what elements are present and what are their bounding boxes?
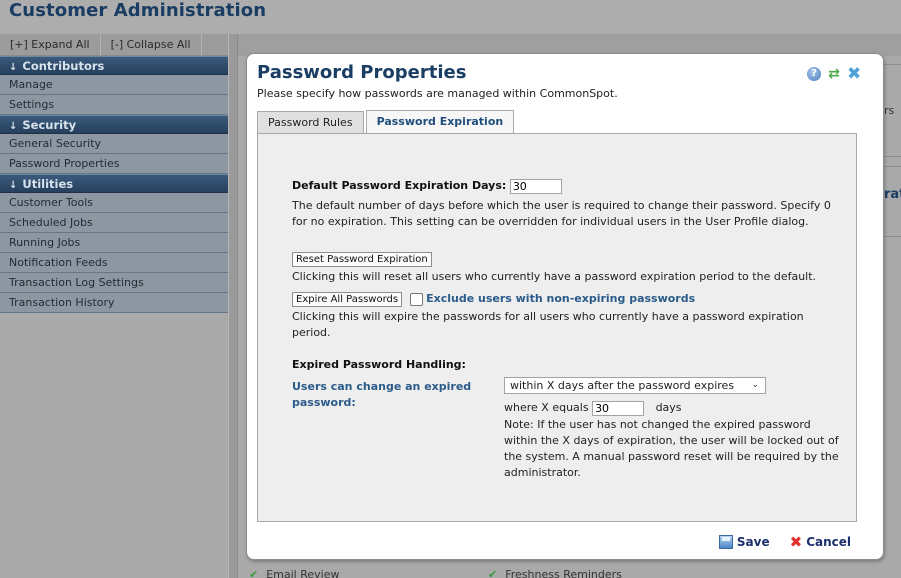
divider (884, 166, 901, 167)
where-x-label: where X equals (504, 401, 589, 414)
password-expiration-panel: Default Password Expiration Days: The de… (257, 133, 857, 522)
divider (884, 236, 901, 237)
sidebar-item-notification-feeds[interactable]: Notification Feeds (0, 253, 228, 273)
handling-heading: Expired Password Handling: (292, 358, 466, 371)
email-review-item[interactable]: ✔ Email Review (249, 568, 339, 578)
default-days-label: Default Password Expiration Days: (292, 179, 507, 192)
freshness-reminders-item[interactable]: ✔ Freshness Reminders (488, 568, 622, 578)
section-label: Contributors (22, 59, 105, 73)
sidebar-item-general-security[interactable]: General Security (0, 134, 228, 154)
select-value: within X days after the password expires (510, 379, 735, 392)
background-heading: rat (884, 187, 901, 202)
expire-help: Clicking this will expire the passwords … (292, 310, 804, 339)
chevron-down-icon: ⌄ (751, 380, 759, 390)
sidebar-item-scheduled-jobs[interactable]: Scheduled Jobs (0, 213, 228, 233)
sidebar-item-transaction-history[interactable]: Transaction History (0, 293, 228, 313)
item-label: Freshness Reminders (505, 568, 622, 578)
cancel-label: Cancel (806, 535, 851, 549)
sidebar-item-password-properties[interactable]: Password Properties (0, 154, 228, 174)
save-icon (718, 535, 733, 549)
default-days-row: Default Password Expiration Days: (292, 178, 562, 194)
sidebar-item-customer-tools[interactable]: Customer Tools (0, 193, 228, 213)
users-can-change-label: Users can change an expired password: (292, 380, 472, 409)
where-x-row: where X equals days (504, 400, 682, 416)
dialog-footer: Save ✖ Cancel (718, 533, 851, 551)
sidebar: [+] Expand All [-] Collapse All ↓ Contrib… (0, 34, 228, 578)
dialog-title: Password Properties (257, 62, 467, 83)
sidebar-item-running-jobs[interactable]: Running Jobs (0, 233, 228, 253)
sidebar-item-transaction-log-settings[interactable]: Transaction Log Settings (0, 273, 228, 293)
expire-row: Expire All Passwords Exclude users with n… (292, 291, 695, 307)
reset-password-expiration-button[interactable]: Reset Password Expiration (292, 251, 432, 267)
reset-row: Reset Password Expiration (292, 251, 432, 267)
sidebar-item-settings[interactable]: Settings (0, 95, 228, 115)
section-label: Security (22, 118, 77, 132)
expire-all-passwords-button[interactable]: Expire All Passwords (292, 291, 403, 307)
reset-help: Clicking this will reset all users who c… (292, 270, 817, 283)
tab-password-expiration[interactable]: Password Expiration (365, 110, 515, 134)
section-utilities[interactable]: ↓ Utilities (0, 174, 228, 193)
dialog-subtitle: Please specify how passwords are managed… (257, 87, 618, 100)
tab-bar: Password Rules Password Expiration (257, 110, 515, 134)
app-header: Customer Administration (0, 0, 901, 34)
expand-all-button[interactable]: [+] Expand All (0, 34, 101, 56)
x-days-input[interactable] (592, 400, 645, 416)
exclude-non-expiring-label[interactable]: Exclude users with non-expiring password… (426, 292, 695, 305)
item-label: Email Review (266, 568, 340, 578)
close-icon[interactable]: ✖ (847, 66, 861, 83)
section-security[interactable]: ↓ Security (0, 115, 228, 134)
expired-note: Note: If the user has not changed the ex… (504, 418, 839, 479)
app-title: Customer Administration (9, 0, 267, 21)
x-unit-label: days (655, 401, 682, 414)
background-text: rs (884, 104, 895, 117)
collapse-all-button[interactable]: [-] Collapse All (101, 34, 202, 56)
section-label: Utilities (22, 177, 74, 191)
default-days-help: The default number of days before which … (292, 199, 831, 228)
exclude-non-expiring-checkbox[interactable] (410, 292, 424, 306)
cancel-button[interactable]: ✖ Cancel (789, 533, 851, 551)
password-properties-dialog: Password Properties Please specify how p… (246, 53, 884, 560)
check-icon: ✔ (488, 568, 498, 578)
expired-handling-select[interactable]: within X days after the password expires… (504, 377, 766, 394)
dialog-icons: ? ⇄ ✖ (807, 66, 861, 83)
check-icon: ✔ (249, 568, 259, 578)
divider (884, 64, 901, 65)
divider (884, 156, 901, 157)
sidebar-toolbar: [+] Expand All [-] Collapse All (0, 34, 228, 56)
tab-password-rules[interactable]: Password Rules (257, 111, 364, 134)
save-button[interactable]: Save (718, 535, 770, 549)
sidebar-splitter[interactable] (228, 34, 238, 578)
default-days-input[interactable] (509, 178, 562, 194)
section-contributors[interactable]: ↓ Contributors (0, 56, 228, 75)
sidebar-item-manage[interactable]: Manage (0, 75, 228, 95)
help-icon[interactable]: ? (807, 67, 821, 81)
save-label: Save (736, 535, 770, 549)
refresh-icon[interactable]: ⇄ (827, 67, 841, 81)
cancel-icon: ✖ (789, 533, 803, 551)
